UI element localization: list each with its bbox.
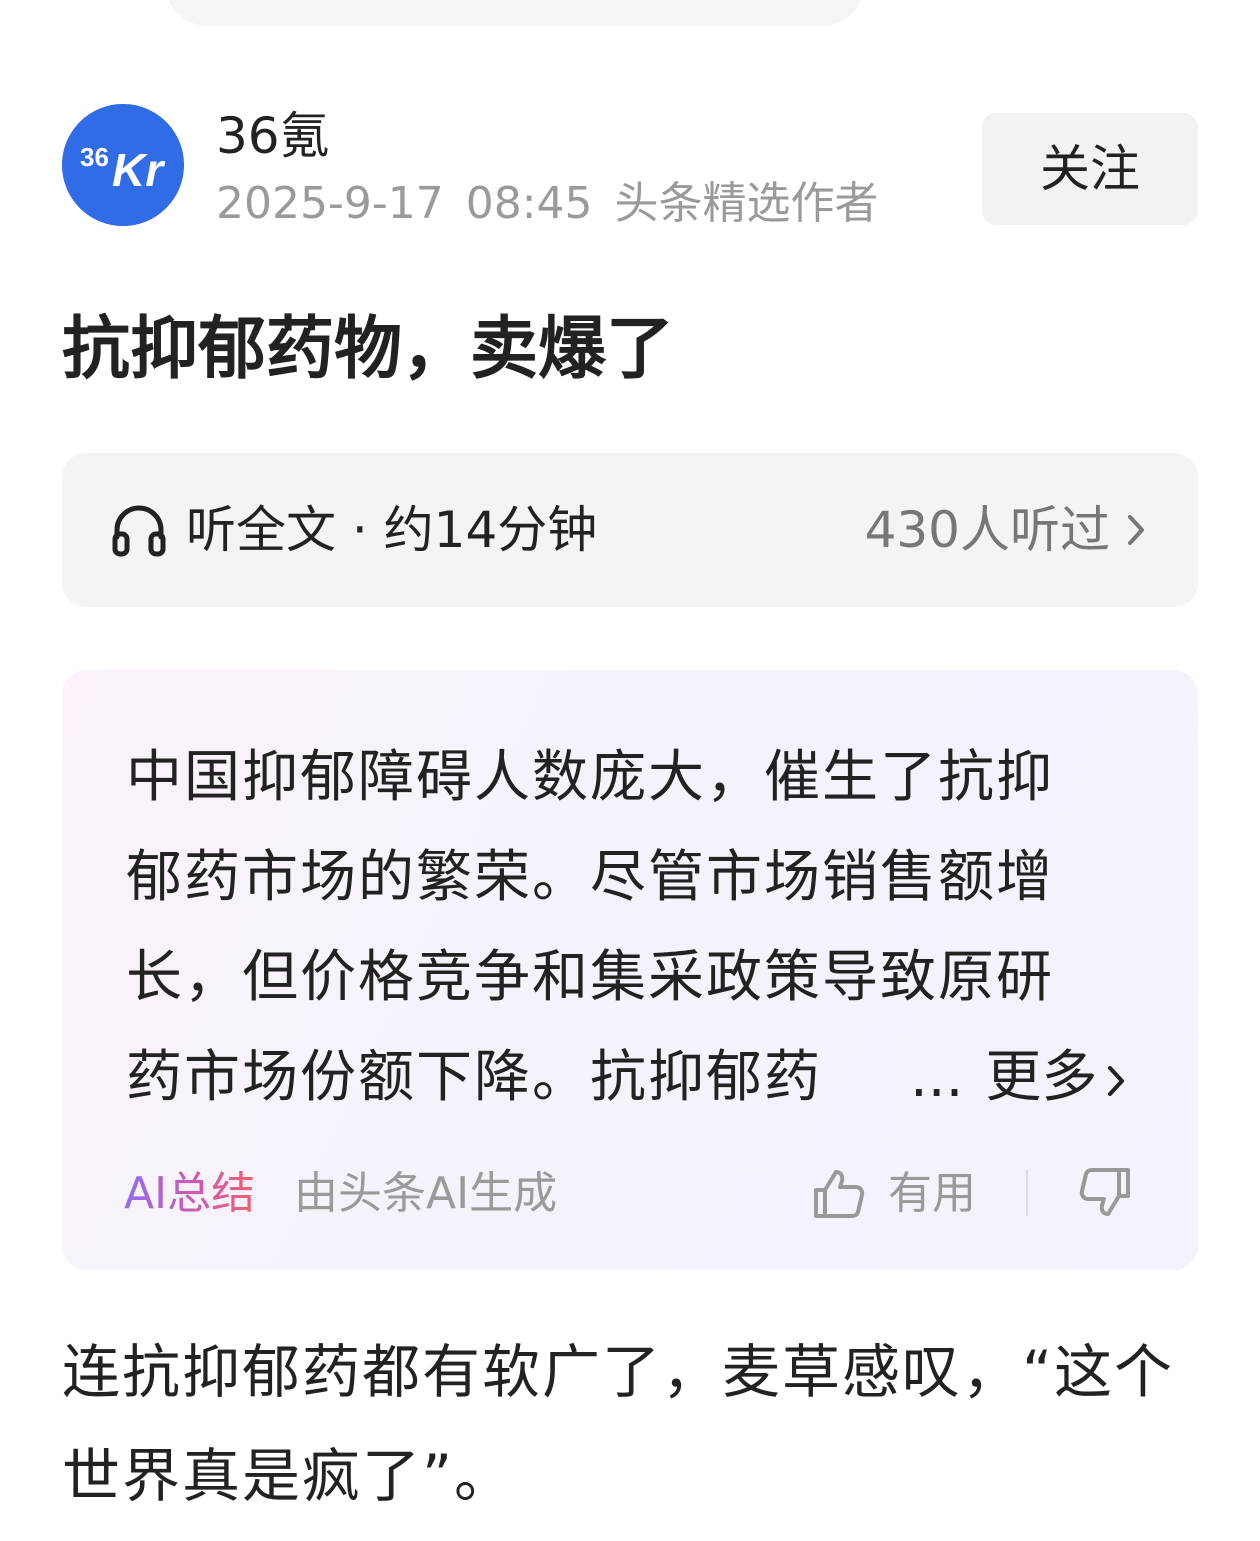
publish-time: 08:45 (465, 178, 593, 229)
publish-date: 2025-9-17 (216, 178, 444, 229)
chevron-right-icon (1128, 515, 1144, 545)
listen-full-text-bar[interactable]: 听全文 · 约14分钟 430人听过 (62, 453, 1198, 607)
thumbs-down-icon[interactable] (1078, 1166, 1132, 1220)
svg-text:Kr: Kr (112, 144, 165, 196)
ai-summary-card: 中国抑郁障碍人数庞大，催生了抗抑 郁药市场的繁荣。尽管市场销售额增 长，但价格竞… (62, 670, 1198, 1270)
listen-count: 430人听过 (864, 501, 1110, 559)
divider (1026, 1170, 1028, 1216)
search-bar-remnant[interactable] (165, 0, 865, 26)
ai-source-label: 由头条AI生成 (294, 1168, 558, 1219)
more-label: 更多 (985, 1045, 1098, 1110)
article-title: 抗抑郁药物，卖爆了 (62, 310, 675, 389)
svg-text:36: 36 (80, 142, 109, 172)
author-row: 36 Kr 36氪 2025-9-17 08:45 头条精选作者 关注 (62, 102, 1198, 230)
avatar[interactable]: 36 Kr (62, 104, 184, 226)
follow-button[interactable]: 关注 (982, 113, 1198, 225)
36kr-logo-icon: 36 Kr (62, 104, 184, 226)
body-line: 世界真是疯了”。 (62, 1442, 515, 1510)
body-line: 连抗抑郁药都有软广了，麦草感叹，“这个 (62, 1338, 1175, 1406)
author-meta: 2025-9-17 08:45 头条精选作者 (216, 178, 901, 230)
ellipsis: ... (910, 1045, 964, 1110)
ai-summary-tag: AI总结 (124, 1166, 255, 1222)
author-badge: 头条精选作者 (614, 178, 879, 229)
thumbs-up-icon (814, 1170, 865, 1218)
chevron-right-icon (1108, 1065, 1125, 1096)
author-name[interactable]: 36氪 (216, 106, 330, 166)
more-link[interactable]: ... 更多 (910, 1028, 1127, 1128)
summary-line: 中国抑郁障碍人数庞大，催生了抗抑 (126, 745, 1054, 810)
article-body: 连抗抑郁药都有软广了，麦草感叹，“这个 世界真是疯了”。 (62, 1320, 1202, 1528)
headphone-icon (112, 505, 166, 557)
summary-line: 郁药市场的繁荣。尽管市场销售额增 (126, 845, 1054, 910)
useful-label: 有用 (888, 1168, 976, 1219)
listen-label: 听全文 · 约14分钟 (186, 501, 598, 559)
summary-line: 长，但价格竞争和集采政策导致原研 (126, 945, 1054, 1010)
